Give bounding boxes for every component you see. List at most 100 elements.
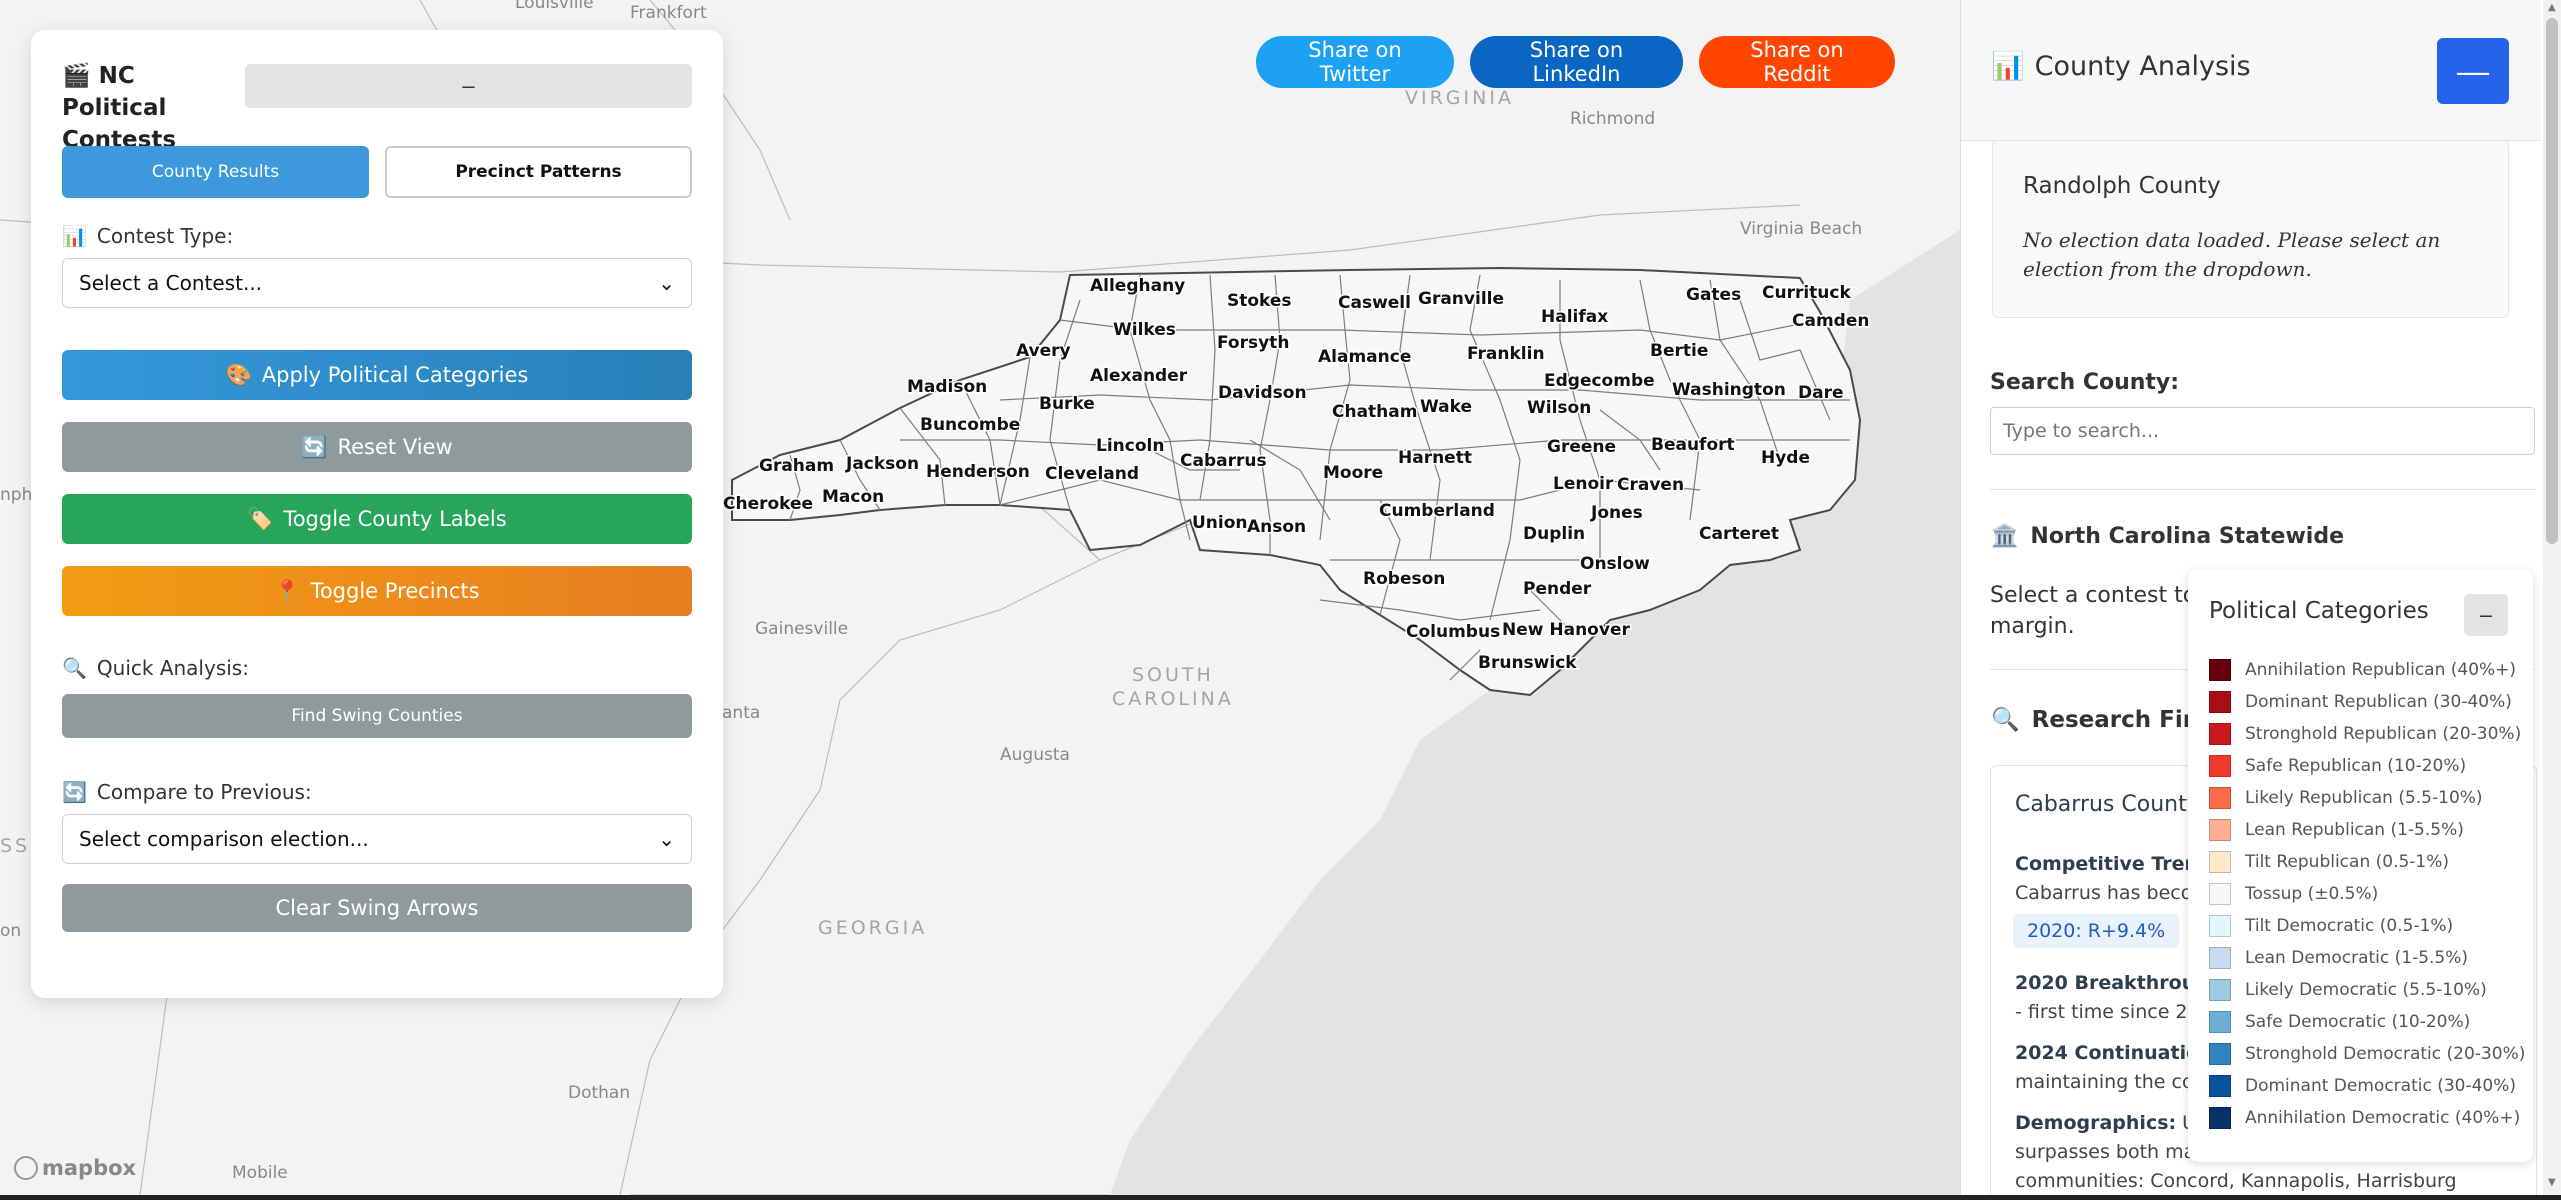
county-label: Macon (822, 487, 884, 507)
county-label: Onslow (1580, 554, 1650, 574)
tab-county-results[interactable]: County Results (62, 146, 369, 198)
county-label: Madison (907, 377, 987, 397)
toggle-precincts-button[interactable]: 📍 Toggle Precincts (62, 566, 692, 616)
county-label: Cabarrus (1180, 451, 1267, 471)
compare-select-value: Select comparison election... (79, 827, 369, 851)
legend-collapse-button[interactable]: – (2464, 594, 2508, 636)
statewide-title-text: North Carolina Statewide (2030, 524, 2345, 549)
county-label: New Hanover (1502, 620, 1630, 640)
county-label: Camden (1792, 311, 1869, 331)
contest-select-value: Select a Contest... (79, 271, 263, 295)
share-linkedin-button[interactable]: Share on LinkedIn (1470, 36, 1683, 88)
research-card-title: Cabarrus County (2015, 792, 2200, 817)
county-label: Washington (1672, 380, 1786, 400)
legend-item: Dominant Republican (30-40%) (2209, 691, 2512, 713)
legend-label: Annihilation Republican (40%+) (2245, 660, 2517, 680)
scrollbar-thumb[interactable] (2546, 18, 2558, 544)
county-label: Cumberland (1379, 501, 1495, 521)
share-twitter-button[interactable]: Share on Twitter (1256, 36, 1454, 88)
legend-item: Tilt Democratic (0.5-1%) (2209, 915, 2453, 937)
state-label-south: SOUTH (1132, 664, 1214, 686)
search-icon: 🔍 (62, 656, 87, 680)
county-label: Edgecombe (1544, 371, 1655, 391)
county-panel-collapse-button[interactable]: — (2437, 38, 2509, 104)
statewide-text-line: margin. (1990, 614, 2075, 639)
county-label: Forsyth (1217, 333, 1289, 353)
chevron-down-icon: ⌄ (658, 827, 675, 851)
county-analysis-header: 📊 County Analysis — (1961, 0, 2541, 141)
continuation-label: 2024 Continuation (2015, 1042, 2213, 1064)
statewide-text-line: Select a contest to (1990, 583, 2197, 608)
legend-label: Tilt Republican (0.5-1%) (2245, 852, 2450, 872)
county-label: Stokes (1227, 291, 1292, 311)
scroll-down-icon[interactable]: ▼ (2548, 1177, 2556, 1188)
place-label: on (0, 921, 21, 941)
legend-swatch (2209, 787, 2231, 809)
county-label: Henderson (926, 462, 1030, 482)
county-label: Cleveland (1045, 464, 1139, 484)
legend-item: Stronghold Republican (20-30%) (2209, 723, 2521, 745)
place-label: Richmond (1570, 109, 1655, 129)
legend-item: Annihilation Democratic (40%+) (2209, 1107, 2520, 1129)
county-label: Granville (1418, 289, 1504, 309)
legend-label: Stronghold Republican (20-30%) (2245, 724, 2522, 744)
toggle-county-labels-button[interactable]: 🏷️ Toggle County Labels (62, 494, 692, 544)
panel-collapse-button[interactable]: – (245, 64, 692, 108)
county-label: Cherokee (723, 494, 813, 514)
county-label: Alleghany (1090, 276, 1185, 296)
county-label: Wilson (1527, 398, 1591, 418)
place-label: Gainesville (755, 619, 848, 639)
county-label: Carteret (1699, 524, 1779, 544)
scroll-up-icon[interactable]: ▲ (2548, 2, 2556, 13)
legend-swatch (2209, 1011, 2231, 1033)
county-label: Franklin (1467, 344, 1545, 364)
county-label: Lincoln (1096, 436, 1164, 456)
pin-icon: 📍 (274, 578, 301, 603)
legend-label: Annihilation Democratic (40%+) (2245, 1108, 2521, 1128)
compare-label: 🔄 Compare to Previous: (62, 780, 312, 804)
divider (1990, 489, 2535, 490)
legend-swatch (2209, 819, 2231, 841)
mapbox-attribution: mapbox (42, 1156, 137, 1180)
legend-swatch (2209, 691, 2231, 713)
legend-item: Dominant Democratic (30-40%) (2209, 1075, 2516, 1097)
county-label: Currituck (1762, 283, 1851, 303)
compare-select[interactable]: Select comparison election... ⌄ (62, 814, 692, 864)
contest-select[interactable]: Select a Contest... ⌄ (62, 258, 692, 308)
legend-swatch (2209, 1075, 2231, 1097)
legend-swatch (2209, 851, 2231, 873)
legend-swatch (2209, 915, 2231, 937)
place-label: Dothan (568, 1083, 630, 1103)
trend-text: Cabarrus has becom (2015, 882, 2211, 904)
find-swing-counties-button[interactable]: Find Swing Counties (62, 694, 692, 738)
right-panel-scrollbar[interactable]: ▲ ▼ (2543, 0, 2561, 1195)
place-label: Augusta (1000, 745, 1070, 765)
state-label-carolina: CAROLINA (1112, 688, 1234, 710)
county-search-input[interactable] (1990, 407, 2535, 455)
share-reddit-button[interactable]: Share on Reddit (1699, 36, 1895, 88)
legend-swatch (2209, 1043, 2231, 1065)
county-label: Chatham (1332, 402, 1417, 422)
county-label: Bertie (1650, 341, 1708, 361)
contest-type-text: Contest Type: (96, 224, 234, 248)
legend-label: Dominant Democratic (30-40%) (2245, 1076, 2517, 1096)
county-label: Beaufort (1651, 435, 1735, 455)
quick-analysis-text: Quick Analysis: (96, 656, 249, 680)
county-analysis-title: 📊 County Analysis (1991, 50, 2251, 83)
legend-swatch (2209, 723, 2231, 745)
apply-categories-button[interactable]: 🎨 Apply Political Categories (62, 350, 692, 400)
contest-type-label: 📊 Contest Type: (62, 224, 233, 248)
clear-swing-arrows-button[interactable]: Clear Swing Arrows (62, 884, 692, 932)
county-label: Pender (1523, 579, 1592, 599)
tab-precinct-patterns[interactable]: Precinct Patterns (385, 146, 692, 198)
county-label: Brunswick (1478, 653, 1577, 673)
demographics-label: Demographics: (2015, 1112, 2177, 1134)
county-label: Dare (1798, 383, 1844, 403)
legend-item: Safe Republican (10-20%) (2209, 755, 2466, 777)
legend-item: Stronghold Democratic (20-30%) (2209, 1043, 2525, 1065)
compare-label-text: Compare to Previous: (96, 780, 312, 804)
reset-view-label: Reset View (337, 435, 453, 459)
county-label: Jackson (845, 454, 919, 474)
county-label: Avery (1016, 341, 1071, 361)
reset-view-button[interactable]: 🔄 Reset View (62, 422, 692, 472)
